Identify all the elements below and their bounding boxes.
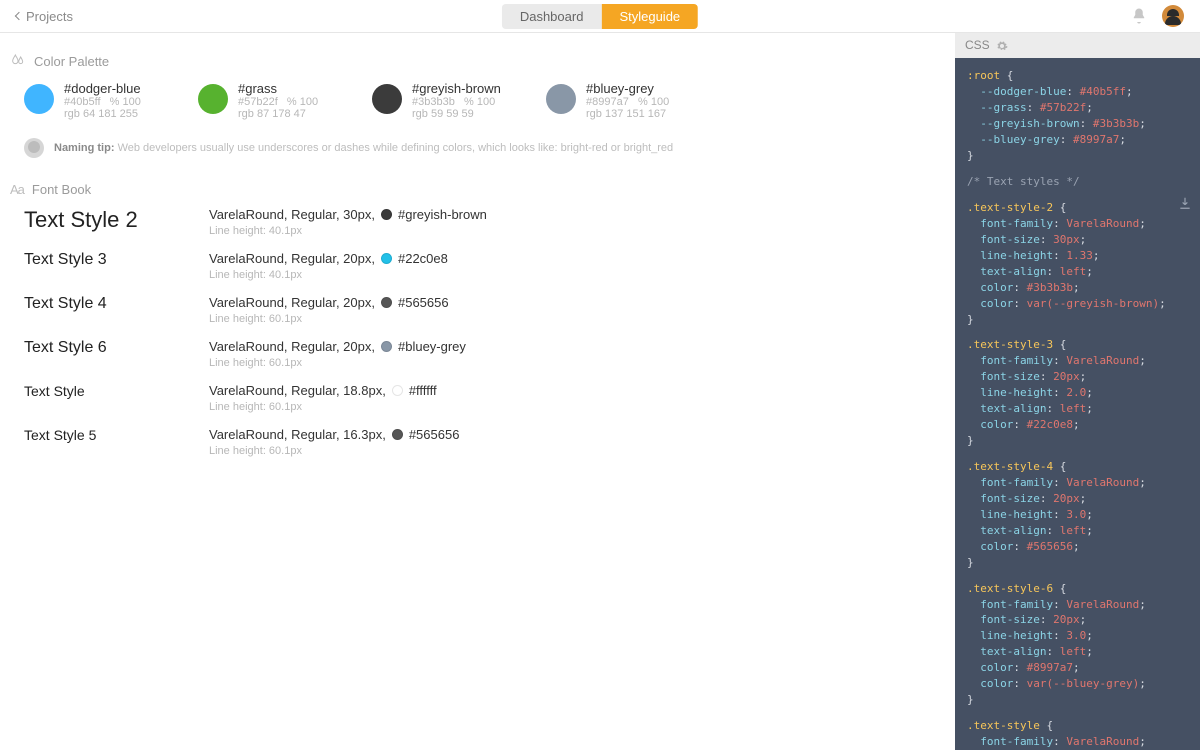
text-style-row[interactable]: Text Style 5 VarelaRound, Regular, 16.3p… xyxy=(24,427,945,457)
swatch-rgb: rgb 59 59 59 xyxy=(412,108,501,120)
text-style-color-label: #ffffff xyxy=(409,383,437,398)
text-style-name: Text Style 3 xyxy=(24,251,209,269)
gear-icon[interactable] xyxy=(996,40,1008,52)
text-style-details: VarelaRound, Regular, 20px, #22c0e8 xyxy=(209,251,448,266)
swatch-item[interactable]: #greyish-brown #3b3b3b % 100 rgb 59 59 5… xyxy=(372,81,522,120)
text-style-details-wrap: VarelaRound, Regular, 20px, #565656 Line… xyxy=(209,295,449,325)
typography-icon: Aa xyxy=(10,182,24,197)
swatch-name: #grass xyxy=(238,81,318,96)
tip-label: Naming tip: xyxy=(54,142,115,154)
fontbook-title: Font Book xyxy=(32,182,91,197)
swatch-hex: #40b5ff % 100 xyxy=(64,96,141,108)
text-style-line-height: Line height: 60.1px xyxy=(209,313,449,325)
text-style-details: VarelaRound, Regular, 30px, #greyish-bro… xyxy=(209,207,487,222)
swatch-rgb: rgb 137 151 167 xyxy=(586,108,669,120)
text-style-details: VarelaRound, Regular, 20px, #565656 xyxy=(209,295,449,310)
fontbook-head: Aa Font Book xyxy=(10,182,945,197)
mini-swatch-icon xyxy=(392,429,403,440)
text-style-line-height: Line height: 60.1px xyxy=(209,357,466,369)
text-style-name: Text Style 5 xyxy=(24,427,209,443)
text-style-details: VarelaRound, Regular, 16.3px, #565656 xyxy=(209,427,459,442)
swatch-meta: #dodger-blue #40b5ff % 100 rgb 64 181 25… xyxy=(64,81,141,120)
palette-section-head: Color Palette xyxy=(10,53,945,69)
text-style-row[interactable]: Text Style 3 VarelaRound, Regular, 20px,… xyxy=(24,251,945,281)
code-sidebar-header[interactable]: CSS xyxy=(955,33,1200,58)
text-style-color-label: #bluey-grey xyxy=(398,339,466,354)
text-style-name: Text Style 6 xyxy=(24,339,209,357)
text-style-details-wrap: VarelaRound, Regular, 18.8px, #ffffff Li… xyxy=(209,383,437,413)
droplets-icon xyxy=(10,53,26,69)
mini-swatch-icon xyxy=(381,297,392,308)
text-style-line-height: Line height: 60.1px xyxy=(209,401,437,413)
text-style-details: VarelaRound, Regular, 20px, #bluey-grey xyxy=(209,339,466,354)
text-style-name: Text Style 4 xyxy=(24,295,209,313)
main: Color Palette #dodger-blue #40b5ff % 100… xyxy=(0,33,1200,750)
swatch-circle xyxy=(198,84,228,114)
swatch-meta: #greyish-brown #3b3b3b % 100 rgb 59 59 5… xyxy=(412,81,501,120)
content: Color Palette #dodger-blue #40b5ff % 100… xyxy=(0,33,955,750)
text-style-row[interactable]: Text Style 2 VarelaRound, Regular, 30px,… xyxy=(24,207,945,237)
topbar: Projects Dashboard Styleguide xyxy=(0,0,1200,33)
back-to-projects[interactable]: Projects xyxy=(16,9,73,24)
mini-swatch-icon xyxy=(381,253,392,264)
swatch-rgb: rgb 64 181 255 xyxy=(64,108,141,120)
swatch-meta: #grass #57b22f % 100 rgb 87 178 47 xyxy=(238,81,318,120)
tip-avatar-icon xyxy=(24,138,44,158)
top-tabs: Dashboard Styleguide xyxy=(502,4,698,29)
tab-styleguide[interactable]: Styleguide xyxy=(601,4,698,29)
swatch-circle xyxy=(24,84,54,114)
swatch-name: #greyish-brown xyxy=(412,81,501,96)
tab-dashboard[interactable]: Dashboard xyxy=(502,4,602,29)
swatch-hex: #3b3b3b % 100 xyxy=(412,96,501,108)
swatch-circle xyxy=(372,84,402,114)
swatch-hex: #8997a7 % 100 xyxy=(586,96,669,108)
tip-text: Web developers usually use underscores o… xyxy=(118,142,674,154)
chevron-left-icon xyxy=(15,12,23,20)
text-style-details-wrap: VarelaRound, Regular, 16.3px, #565656 Li… xyxy=(209,427,459,457)
text-style-color-label: #565656 xyxy=(398,295,449,310)
code-lang-label: CSS xyxy=(965,37,990,54)
code-sidebar: CSS :root { --dodger-blue: #40b5ff; --gr… xyxy=(955,33,1200,750)
swatch-rgb: rgb 87 178 47 xyxy=(238,108,318,120)
swatch-hex: #57b22f % 100 xyxy=(238,96,318,108)
text-style-line-height: Line height: 60.1px xyxy=(209,445,459,457)
text-style-details-wrap: VarelaRound, Regular, 20px, #22c0e8 Line… xyxy=(209,251,448,281)
back-label: Projects xyxy=(26,9,73,24)
topbar-right xyxy=(1130,5,1184,27)
bell-icon[interactable] xyxy=(1130,7,1148,25)
text-style-color-label: #565656 xyxy=(409,427,460,442)
swatch-item[interactable]: #bluey-grey #8997a7 % 100 rgb 137 151 16… xyxy=(546,81,696,120)
swatch-item[interactable]: #grass #57b22f % 100 rgb 87 178 47 xyxy=(198,81,348,120)
fontbook-section: Aa Font Book Text Style 2 VarelaRound, R… xyxy=(10,182,945,457)
text-style-details: VarelaRound, Regular, 18.8px, #ffffff xyxy=(209,383,437,398)
text-style-details-wrap: VarelaRound, Regular, 30px, #greyish-bro… xyxy=(209,207,487,237)
swatch-circle xyxy=(546,84,576,114)
tip-text-wrap: Naming tip: Web developers usually use u… xyxy=(54,142,673,154)
palette-title: Color Palette xyxy=(34,54,109,69)
swatch-item[interactable]: #dodger-blue #40b5ff % 100 rgb 64 181 25… xyxy=(24,81,174,120)
swatch-name: #bluey-grey xyxy=(586,81,669,96)
naming-tip-row: Naming tip: Web developers usually use u… xyxy=(10,128,945,158)
text-style-row[interactable]: Text Style 6 VarelaRound, Regular, 20px,… xyxy=(24,339,945,369)
code-body[interactable]: :root { --dodger-blue: #40b5ff; --grass:… xyxy=(955,58,1200,750)
text-style-details-wrap: VarelaRound, Regular, 20px, #bluey-grey … xyxy=(209,339,466,369)
swatch-meta: #bluey-grey #8997a7 % 100 rgb 137 151 16… xyxy=(586,81,669,120)
text-style-color-label: #22c0e8 xyxy=(398,251,448,266)
swatch-name: #dodger-blue xyxy=(64,81,141,96)
text-style-row[interactable]: Text Style 4 VarelaRound, Regular, 20px,… xyxy=(24,295,945,325)
mini-swatch-icon xyxy=(381,341,392,352)
text-style-line-height: Line height: 40.1px xyxy=(209,225,487,237)
avatar[interactable] xyxy=(1162,5,1184,27)
mini-swatch-icon xyxy=(381,209,392,220)
text-style-name: Text Style xyxy=(24,383,209,399)
fontbook-list: Text Style 2 VarelaRound, Regular, 30px,… xyxy=(10,207,945,457)
text-style-color-label: #greyish-brown xyxy=(398,207,487,222)
text-style-name: Text Style 2 xyxy=(24,207,209,233)
download-icon[interactable] xyxy=(1178,196,1192,215)
text-style-row[interactable]: Text Style VarelaRound, Regular, 18.8px,… xyxy=(24,383,945,413)
palette-row: #dodger-blue #40b5ff % 100 rgb 64 181 25… xyxy=(10,77,945,128)
text-style-line-height: Line height: 40.1px xyxy=(209,269,448,281)
mini-swatch-icon xyxy=(392,385,403,396)
